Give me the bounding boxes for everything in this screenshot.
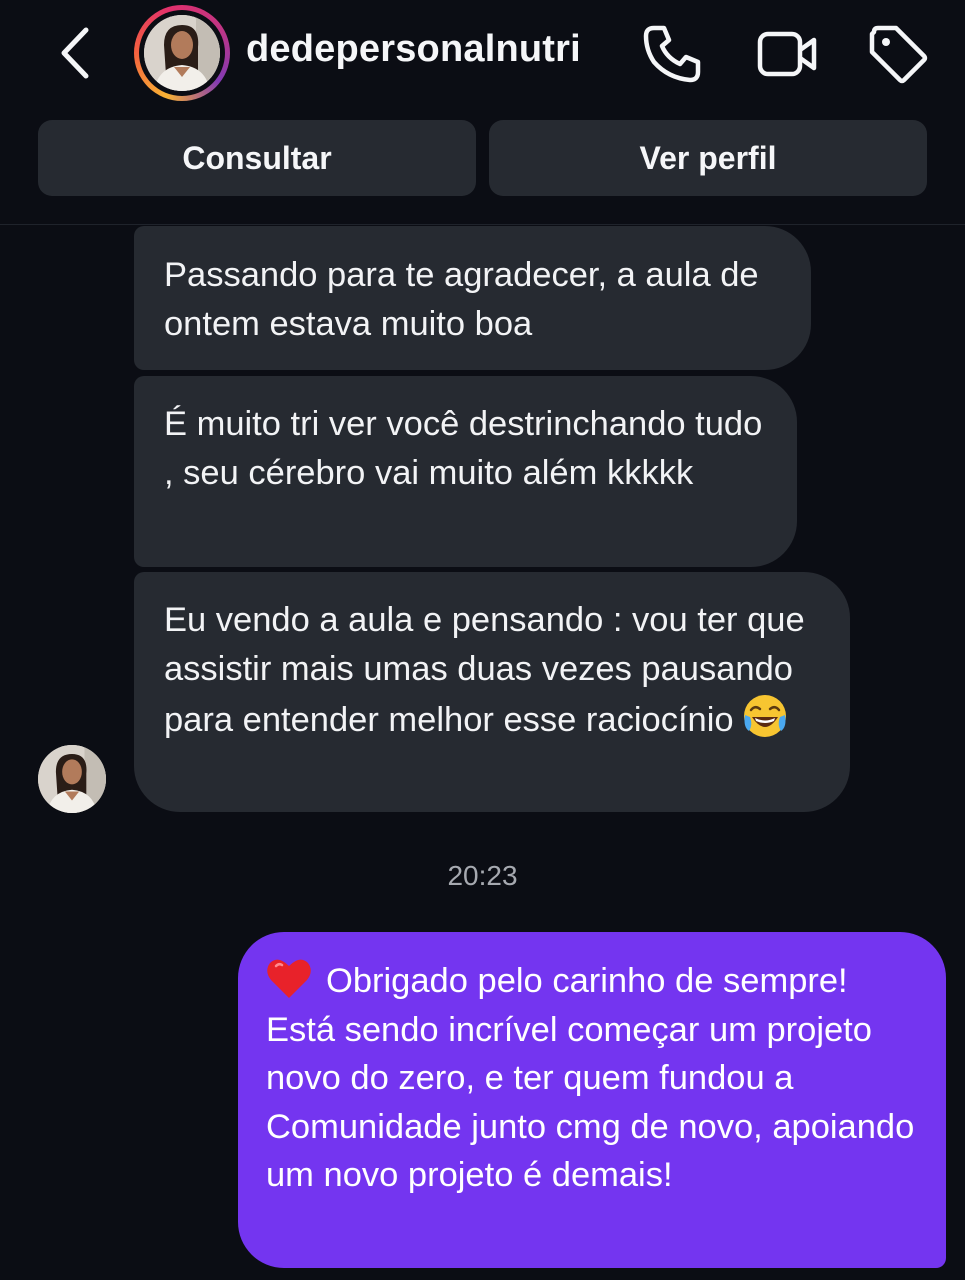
message-text: É muito tri ver você destrinchando tudo … xyxy=(164,405,763,492)
sender-avatar[interactable] xyxy=(38,745,106,813)
consult-button[interactable]: Consultar xyxy=(38,120,476,196)
profile-avatar[interactable] xyxy=(134,5,230,101)
avatar-ring-gap xyxy=(139,10,225,96)
red-heart-emoji-icon xyxy=(266,956,312,1000)
phone-icon[interactable] xyxy=(640,22,704,86)
back-arrow-icon[interactable] xyxy=(48,22,104,84)
message-text: Obrigado pelo carinho de sempre! Está se… xyxy=(266,962,915,1194)
header-divider xyxy=(0,224,965,225)
sent-message[interactable]: Obrigado pelo carinho de sempre! Está se… xyxy=(238,932,946,1268)
video-camera-icon[interactable] xyxy=(754,22,818,86)
chat-header: dedepersonalnutri xyxy=(0,0,965,110)
message-text: Eu vendo a aula e pensando : vou ter que… xyxy=(164,601,805,739)
tag-icon[interactable] xyxy=(866,22,930,86)
chat-username[interactable]: dedepersonalnutri xyxy=(246,28,581,71)
received-message[interactable]: Passando para te agradecer, a aula de on… xyxy=(134,226,811,370)
message-timestamp: 20:23 xyxy=(447,860,518,891)
view-profile-button[interactable]: Ver perfil xyxy=(489,120,927,196)
message-text: Passando para te agradecer, a aula de on… xyxy=(164,256,759,343)
received-message[interactable]: É muito tri ver você destrinchando tudo … xyxy=(134,376,797,567)
avatar-photo xyxy=(144,15,220,91)
received-message[interactable]: Eu vendo a aula e pensando : vou ter que… xyxy=(134,572,850,812)
laughing-emoji-icon xyxy=(742,693,788,739)
